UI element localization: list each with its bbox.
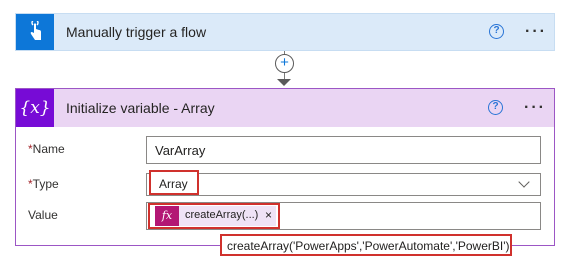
help-icon[interactable]: ? (489, 24, 504, 39)
type-selected-value: Array (149, 170, 199, 195)
token-label: createArray(...) (185, 209, 259, 221)
action-header[interactable]: {x} Initialize variable - Array ? ··· (16, 89, 554, 127)
name-field[interactable]: VarArray (146, 136, 541, 164)
value-field[interactable]: fx createArray(...) × (146, 202, 541, 230)
help-icon[interactable]: ? (488, 100, 503, 115)
more-options-icon[interactable]: ··· (524, 100, 546, 116)
close-icon[interactable]: × (265, 208, 272, 222)
type-label: *Type (28, 177, 59, 191)
touch-icon (16, 14, 54, 50)
trigger-title: Manually trigger a flow (66, 24, 207, 40)
expression-token[interactable]: fx createArray(...) × (155, 206, 276, 226)
name-label: *Name (28, 142, 65, 156)
more-options-icon[interactable]: ··· (525, 24, 547, 40)
trigger-card[interactable]: Manually trigger a flow ? ··· (15, 13, 555, 51)
expression-tooltip: createArray('PowerApps','PowerAutomate',… (220, 234, 512, 256)
add-step-button[interactable]: + (275, 54, 294, 73)
action-title: Initialize variable - Array (66, 100, 215, 116)
initialize-variable-card: {x} Initialize variable - Array ? ··· *N… (15, 88, 555, 246)
fx-icon: fx (155, 206, 179, 226)
chevron-down-icon[interactable] (518, 176, 530, 188)
value-label: Value (28, 208, 58, 222)
arrow-down-icon (277, 79, 291, 86)
type-dropdown[interactable]: Array (146, 170, 541, 196)
variable-icon: {x} (16, 89, 54, 127)
